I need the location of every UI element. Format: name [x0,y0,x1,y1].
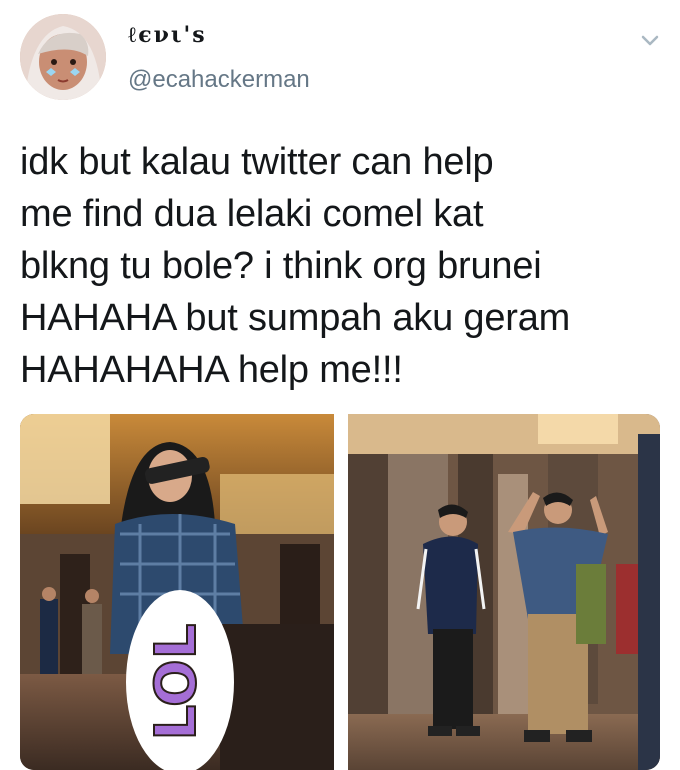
tweet-text-line: HAHAHAHA help me!!! [20,349,403,391]
display-name[interactable]: ℓєνι'ѕ [128,22,207,48]
tweet-text-line: blkng tu bole? i think org brunei [20,245,542,287]
tweet-text-line: HAHAHA but sumpah aku geram [20,297,571,339]
avatar[interactable] [20,14,106,100]
tweet-photo-2[interactable] [348,414,660,770]
tweet-photo-1[interactable]: LOL [20,414,334,770]
chevron-down-icon[interactable] [636,26,664,54]
tweet-text: idk but kalau twitter can help me find d… [20,136,660,396]
lol-sticker-text: LOL [144,624,209,741]
tweet-text-line: idk but kalau twitter can help [20,141,494,183]
user-handle[interactable]: @ecahackerman [128,66,310,94]
tweet-text-line: me find dua lelaki comel kat [20,193,484,235]
lol-sticker: LOL [126,590,234,770]
